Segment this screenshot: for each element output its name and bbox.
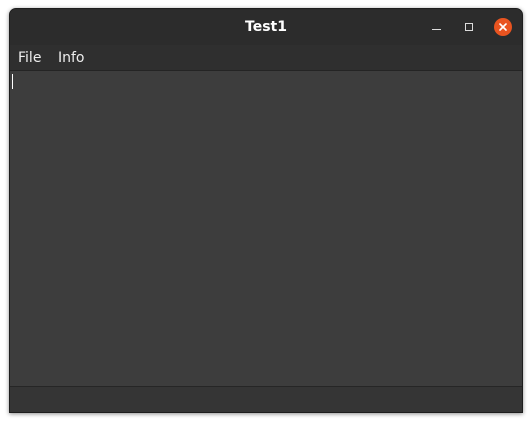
minimize-button[interactable] [427, 17, 447, 37]
menu-bar: File Info [10, 45, 522, 71]
title-bar[interactable]: Test1 [10, 9, 522, 45]
close-icon [499, 23, 507, 31]
app-window: Test1 File Info [9, 8, 523, 413]
text-editor-area[interactable] [10, 71, 522, 386]
menu-info[interactable]: Info [58, 45, 85, 71]
maximize-icon [465, 23, 473, 31]
text-caret [12, 74, 13, 89]
minimize-icon [432, 29, 441, 30]
menu-file[interactable]: File [18, 45, 41, 71]
status-bar [10, 386, 522, 412]
maximize-button[interactable] [459, 17, 479, 37]
close-button[interactable] [494, 18, 512, 36]
